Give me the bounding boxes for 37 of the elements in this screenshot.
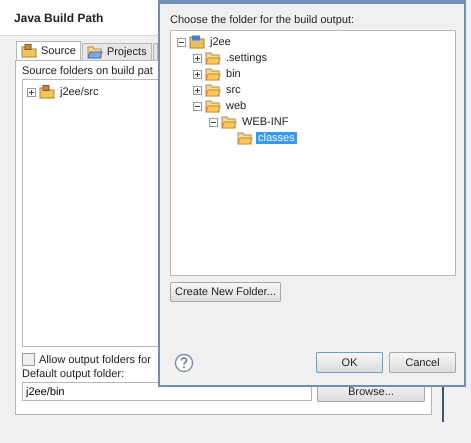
source-folders-label: Source folders on build pat [22, 65, 153, 77]
cancel-button[interactable]: Cancel [389, 352, 456, 373]
folder-icon [205, 100, 221, 112]
window-title: Java Build Path [14, 10, 104, 24]
tree-item[interactable]: .settings [224, 52, 269, 64]
collapse-icon[interactable] [177, 38, 186, 46]
tree-item[interactable]: j2ee/src [58, 86, 101, 98]
expand-icon[interactable] [193, 70, 202, 78]
checkbox[interactable] [22, 353, 35, 366]
folder-tree[interactable]: j2ee .settings bin src web WEB-INF classes [170, 30, 456, 276]
collapse-icon[interactable] [209, 118, 218, 126]
tree-item[interactable]: bin [224, 68, 243, 80]
tree-item[interactable]: j2ee [208, 36, 233, 48]
ok-button[interactable]: OK [316, 352, 383, 373]
help-icon[interactable] [174, 352, 194, 372]
create-folder-button[interactable]: Create New Folder... [170, 282, 281, 302]
folder-icon [221, 116, 237, 128]
dialog-prompt: Choose the folder for the build output: [170, 14, 356, 26]
tab[interactable]: Source [16, 41, 81, 60]
folder-icon [205, 52, 221, 64]
expand-icon[interactable] [193, 54, 202, 62]
tree-item[interactable]: src [224, 84, 243, 96]
folder-icon [86, 46, 103, 58]
project-folder-icon [189, 35, 205, 49]
folder-icon [205, 68, 221, 80]
output-folder-label: Default output folder: [22, 368, 124, 380]
expand-icon[interactable] [193, 86, 202, 94]
folder-icon [237, 132, 253, 144]
tab[interactable]: Projects [82, 43, 152, 60]
package-folder-icon [21, 44, 37, 58]
tree-item[interactable]: WEB-INF [240, 116, 290, 128]
folder-icon [205, 84, 221, 96]
checkbox-label: Allow output folders for [39, 354, 151, 366]
tree-item[interactable]: web [224, 100, 248, 112]
expand-icon[interactable] [27, 88, 36, 96]
collapse-icon[interactable] [193, 102, 202, 110]
package-folder-icon [39, 85, 55, 99]
